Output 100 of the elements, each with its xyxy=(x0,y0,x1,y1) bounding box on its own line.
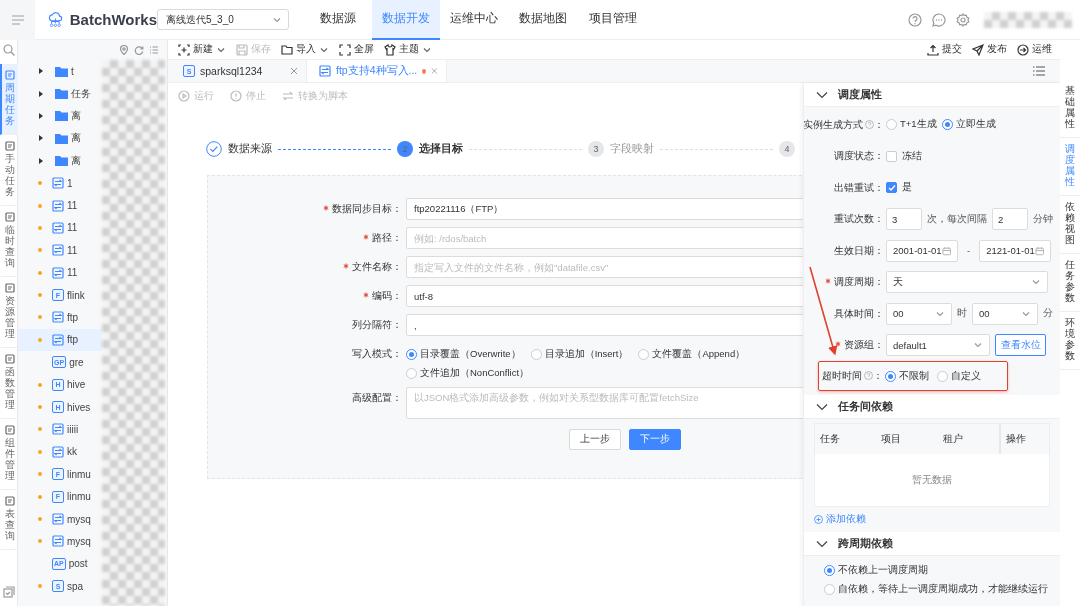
sync-task-icon xyxy=(52,445,64,458)
nav-tab[interactable]: 运维中心 xyxy=(440,0,508,40)
expand-arrow-icon xyxy=(38,89,44,98)
side-nav-item[interactable]: 组件管理 xyxy=(0,419,18,490)
tree-item[interactable]: 离 xyxy=(18,127,102,150)
nav-tab[interactable]: 数据地图 xyxy=(508,0,578,40)
sync-task-icon xyxy=(52,221,64,234)
toolbar-button[interactable]: 运维 xyxy=(1017,43,1052,56)
radio-option[interactable]: 文件追加（NonConflict） xyxy=(406,367,530,380)
input-field[interactable]: utf-8 xyxy=(406,285,803,307)
field-label: 生效日期： xyxy=(834,243,884,258)
tree-item[interactable]: ftp xyxy=(18,306,102,329)
checkbox-option[interactable]: 是 xyxy=(886,181,912,195)
radio-option[interactable]: 自依赖，等待上一调度周期成功，才能继续运行 xyxy=(824,583,1060,596)
radio-option[interactable]: 自定义 xyxy=(937,369,981,383)
date-separator: - xyxy=(967,245,971,257)
tree-item[interactable]: 11 xyxy=(18,216,102,240)
page-icon xyxy=(4,496,15,506)
project-select[interactable]: 离线迭代5_3_0 xyxy=(157,9,289,30)
side-nav-item[interactable]: 资源管理 xyxy=(0,277,18,348)
list-icon[interactable] xyxy=(1033,66,1045,76)
chevron-down-icon[interactable] xyxy=(816,539,828,548)
close-icon[interactable] xyxy=(290,67,298,75)
toolbar-button[interactable]: 主题 xyxy=(384,43,432,56)
sync-task-icon xyxy=(52,266,64,279)
radio-option[interactable]: 目录覆盖（Overwrite） xyxy=(406,348,521,361)
side-nav-item[interactable]: 手动任务 xyxy=(0,135,18,206)
toolbar-button[interactable]: 发布 xyxy=(972,43,1007,56)
field-label: 列分隔符： xyxy=(352,319,402,330)
chat-bubble-icon[interactable] xyxy=(932,12,946,27)
nav-tab[interactable]: 项目管理 xyxy=(578,0,648,40)
toolbar-button[interactable]: 提交 xyxy=(927,43,962,56)
toolbar-button[interactable]: 导入 xyxy=(281,43,329,56)
input-field[interactable]: 2 xyxy=(992,208,1028,231)
tree-item[interactable]: 1 xyxy=(18,171,102,195)
input-field[interactable]: , xyxy=(406,314,803,336)
side-nav-item[interactable]: 临时查询 xyxy=(0,206,18,277)
file-tab[interactable]: ftp支持4种写入... xyxy=(307,60,447,82)
unit-text: 分钟 xyxy=(1033,212,1053,226)
unit-text: 时 xyxy=(957,307,967,321)
settings-icon[interactable] xyxy=(956,12,970,27)
input-field[interactable]: 3 xyxy=(886,208,922,231)
tree-item[interactable]: mysq xyxy=(18,530,102,553)
radio-option[interactable]: 立即生成 xyxy=(941,118,996,132)
status-dot xyxy=(38,270,42,275)
refresh-icon[interactable] xyxy=(134,45,144,55)
tree-item[interactable]: kk xyxy=(18,440,102,464)
select-field[interactable]: 天 xyxy=(886,271,1048,294)
input-field[interactable]: 例如: /rdos/batch xyxy=(406,227,803,249)
select-field[interactable]: 00 xyxy=(886,302,952,325)
sync-task-icon xyxy=(319,65,331,77)
status-dot xyxy=(38,225,42,230)
tree-item[interactable]: mysq xyxy=(18,507,102,531)
select-field[interactable]: default1 xyxy=(886,334,990,357)
tree-item[interactable]: iiiii xyxy=(18,418,102,441)
tree-item[interactable]: 11 xyxy=(18,194,102,217)
step-label: 字段映射 xyxy=(610,142,654,156)
tree-item[interactable]: 离 xyxy=(18,149,102,172)
menu-icon[interactable] xyxy=(11,14,24,25)
chevron-down-icon[interactable] xyxy=(816,402,828,411)
search-icon[interactable] xyxy=(2,44,15,56)
tree-item[interactable]: ftp xyxy=(18,328,102,352)
chevron-down-icon[interactable] xyxy=(816,90,828,99)
status-dot xyxy=(38,584,42,589)
tree-item[interactable]: 11 xyxy=(18,261,102,284)
date-field[interactable]: 2121-01-01 xyxy=(979,239,1052,262)
side-tab[interactable]: 任务参数 xyxy=(1060,254,1080,312)
help-icon[interactable] xyxy=(908,12,922,27)
location-pin-icon[interactable] xyxy=(119,45,129,55)
toolbar-button[interactable]: 新建 xyxy=(178,43,226,56)
input-field[interactable]: ftp20221116（FTP） xyxy=(406,198,803,220)
side-tab[interactable]: 依赖视图 xyxy=(1060,196,1080,254)
side-nav-item[interactable]: 函数管理 xyxy=(0,348,18,419)
empty-text: 暂无数据 xyxy=(911,473,953,487)
side-tab[interactable]: 环境参数 xyxy=(1060,312,1080,370)
field-label: 路径： xyxy=(363,232,402,243)
radio-option[interactable]: 不依赖上一调度周期 xyxy=(824,564,1060,577)
column-header: 租户 xyxy=(941,432,964,446)
tree-item[interactable]: 离 xyxy=(18,104,102,128)
side-nav-item[interactable]: 表查询 xyxy=(0,490,18,550)
view-level-button[interactable]: 查看水位 xyxy=(995,334,1046,357)
toolbar-button[interactable]: 全屏 xyxy=(339,43,374,56)
checkbox-option[interactable]: 冻结 xyxy=(886,149,922,163)
nav-tab[interactable]: 数据源 xyxy=(304,0,372,40)
tree-item[interactable]: t xyxy=(18,60,102,83)
status-dot xyxy=(38,382,42,387)
radio-option[interactable]: 文件覆盖（Append） xyxy=(638,348,746,361)
status-dot xyxy=(38,494,42,499)
column-header: 任务 xyxy=(819,432,841,446)
date-field[interactable]: 2001-01-01 xyxy=(886,239,958,262)
close-icon[interactable] xyxy=(431,67,438,75)
folder-icon xyxy=(55,132,68,144)
radio-option[interactable]: 不限制 xyxy=(885,369,929,383)
radio-option[interactable]: T+1生成 xyxy=(886,118,937,132)
tree-item[interactable]: 11 xyxy=(18,239,102,262)
tree-item[interactable]: 任务 xyxy=(18,82,102,105)
previous-button[interactable]: 上一步 xyxy=(569,429,621,450)
radio-option[interactable]: 目录追加（Insert） xyxy=(530,348,629,361)
select-field[interactable]: 00 xyxy=(972,302,1038,325)
list-icon[interactable] xyxy=(149,45,159,55)
